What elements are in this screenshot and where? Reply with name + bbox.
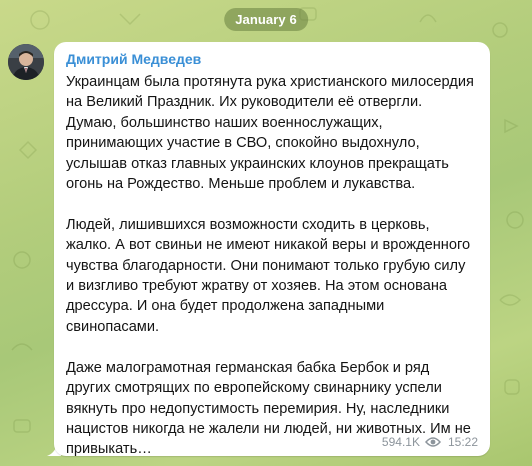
message-meta: 594.1K 15:22 — [382, 435, 478, 449]
view-count: 594.1K — [381, 435, 420, 449]
date-separator: January 6 — [224, 8, 308, 31]
eye-icon — [424, 436, 441, 448]
message-paragraph-1: Украинцам была протянута рука христианск… — [66, 74, 478, 193]
avatar-image — [8, 44, 44, 80]
message-paragraph-2: Людей, лишившихся возможности сходить в … — [66, 216, 475, 335]
message-bubble[interactable]: Дмитрий Медведев Украинцам была протянут… — [54, 42, 490, 457]
message-author[interactable]: Дмитрий Медведев — [66, 50, 476, 68]
message-time: 15:22 — [447, 435, 478, 449]
message-text: Украинцам была протянута рука христианск… — [66, 72, 476, 460]
channel-avatar[interactable] — [8, 44, 44, 80]
